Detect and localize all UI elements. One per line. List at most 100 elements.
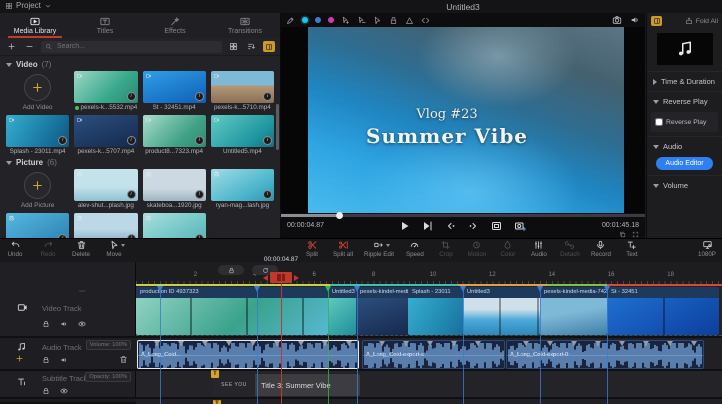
- next-frame-button[interactable]: [468, 220, 480, 232]
- cursor-range-icon[interactable]: [357, 16, 366, 25]
- toolbar-button[interactable]: Split all: [333, 240, 353, 258]
- next-track-lane[interactable]: [136, 399, 722, 404]
- media-item-video[interactable]: i product8...7323.mp4: [143, 115, 206, 155]
- overlay-dot-cyan[interactable]: [302, 17, 308, 23]
- resolution-button[interactable]: 1080P: [697, 240, 717, 258]
- sort-button[interactable]: [245, 41, 258, 52]
- toolbar-button[interactable]: Speed: [405, 240, 425, 258]
- media-item-picture[interactable]: i alev-shut...plash.jpg: [74, 169, 137, 211]
- media-item-video[interactable]: i Splash - 23011.mp4: [6, 115, 69, 155]
- audio-clip[interactable]: A_Long_Cold-export-s: [362, 340, 505, 369]
- panel-tab[interactable]: Effects: [140, 13, 210, 38]
- audio-clip[interactable]: A_Long_Cold...: [137, 340, 359, 369]
- grid-view-button[interactable]: [227, 41, 240, 52]
- timeline-marker-flag[interactable]: [604, 286, 610, 292]
- add-media-button[interactable]: [5, 41, 18, 52]
- audio-editor-button[interactable]: Audio Editor: [656, 157, 712, 170]
- section-volume[interactable]: Volume: [647, 175, 722, 195]
- fullscreen-icon[interactable]: [632, 231, 639, 238]
- compare-icon[interactable]: [619, 231, 626, 238]
- video-clip[interactable]: Splash - 23011: [408, 287, 463, 335]
- video-section-header[interactable]: Video (7): [6, 60, 274, 69]
- media-item-video[interactable]: i pexels-k...5707.mp4: [74, 115, 137, 155]
- toolbar-button[interactable]: Undo: [5, 240, 25, 258]
- media-item-video[interactable]: i St - 32451.mp4: [143, 71, 206, 113]
- mute-icon[interactable]: [60, 356, 68, 364]
- toolbar-button[interactable]: Text: [622, 240, 642, 258]
- play-button[interactable]: [399, 220, 411, 232]
- section-reverse-play[interactable]: Reverse Play: [647, 91, 722, 111]
- lock-icon[interactable]: [42, 387, 50, 395]
- video-clip[interactable]: pexels-kindel-media-7425297: [356, 287, 408, 335]
- mute-icon[interactable]: [60, 320, 68, 328]
- toolbar-button[interactable]: Record: [591, 240, 611, 258]
- toolbar-button[interactable]: Move: [104, 240, 124, 258]
- timeline-marker-flag[interactable]: [254, 286, 260, 292]
- video-clip[interactable]: Untitled3: [328, 287, 356, 335]
- add-picture-button[interactable]: Add Picture: [6, 169, 69, 211]
- overlay-dot-magenta[interactable]: [328, 17, 334, 23]
- media-item-picture[interactable]: i ryan-mag...lash.jpg: [211, 169, 274, 211]
- lock-icon[interactable]: [389, 16, 398, 25]
- add-audio-track-icon[interactable]: [15, 354, 24, 363]
- fold-all-button[interactable]: Fold All: [685, 17, 718, 25]
- previous-frame-button[interactable]: [445, 220, 457, 232]
- search-input[interactable]: [55, 42, 218, 51]
- media-item-video[interactable]: i Untitled5.mp4: [211, 115, 274, 155]
- speaker-icon[interactable]: [630, 15, 640, 25]
- reverse-play-checkbox[interactable]: [655, 118, 663, 126]
- trash-icon[interactable]: [119, 355, 128, 364]
- track-menu-icon[interactable]: [76, 288, 88, 294]
- media-scrollbar[interactable]: [276, 104, 279, 150]
- toolbar-button[interactable]: Detach: [560, 240, 580, 258]
- inspector-toggle-button[interactable]: [651, 16, 662, 26]
- toolbar-button[interactable]: Redo: [38, 240, 58, 258]
- toolbar-button[interactable]: Ripple Edit: [364, 240, 394, 258]
- pen-icon[interactable]: [286, 16, 295, 25]
- toolbar-button[interactable]: Crop: [436, 240, 456, 258]
- panel-tab[interactable]: Transitions: [210, 13, 280, 38]
- mark-frame-button[interactable]: [491, 220, 503, 232]
- timeline-lock-button[interactable]: [218, 265, 244, 275]
- audio-clip[interactable]: A_Long_Cold-export-0: [506, 340, 704, 369]
- timeline-marker-flag[interactable]: [325, 286, 331, 292]
- timeline-marker-flag[interactable]: [354, 286, 360, 292]
- picture-section-header[interactable]: Picture (6): [6, 158, 274, 167]
- panel-toggle-button[interactable]: [263, 41, 275, 52]
- video-clip[interactable]: production ID 4937323: [136, 287, 328, 335]
- media-item-picture[interactable]: i skateboa...1920.jpg: [143, 169, 206, 211]
- cursor-add-icon[interactable]: [341, 16, 350, 25]
- section-time-duration[interactable]: Time & Duration: [647, 71, 722, 91]
- preview-scrubber[interactable]: [281, 214, 645, 217]
- toolbar-button[interactable]: Motion: [467, 240, 487, 258]
- timeline-marker-flag[interactable]: [537, 286, 543, 292]
- toolbar-button[interactable]: Delete: [71, 240, 91, 258]
- project-menu[interactable]: Project: [5, 1, 52, 10]
- timeline-marker-flag[interactable]: [460, 286, 466, 292]
- lock-icon[interactable]: [42, 320, 50, 328]
- media-item-video[interactable]: i pexels-k...5710.mp4: [211, 71, 274, 113]
- overlay-dot-blue[interactable]: [315, 17, 321, 23]
- subtitle-clip[interactable]: T SEE YOU Title 3: Summer Vibe: [213, 374, 360, 396]
- visibility-icon[interactable]: [60, 387, 68, 395]
- motion-icon[interactable]: [421, 16, 430, 25]
- video-clip[interactable]: Untitled3: [463, 287, 540, 335]
- timeline-marker-flag[interactable]: [157, 286, 163, 292]
- toolbar-button[interactable]: Audio: [529, 240, 549, 258]
- video-clip[interactable]: pexels-kindel-media-7425: [540, 287, 607, 335]
- remove-media-button[interactable]: [23, 41, 36, 52]
- scrubber-handle[interactable]: [336, 212, 343, 219]
- panel-tab[interactable]: Media Library: [0, 13, 70, 38]
- toolbar-button[interactable]: Split: [302, 240, 322, 258]
- snapshot-button[interactable]: [514, 220, 528, 232]
- cursor-icon[interactable]: [373, 16, 382, 25]
- section-audio[interactable]: Audio: [647, 136, 722, 156]
- toolbar-button[interactable]: Color: [498, 240, 518, 258]
- video-clip[interactable]: St - 32451: [607, 287, 719, 335]
- add-video-button[interactable]: Add Video: [6, 71, 69, 113]
- panel-tab[interactable]: Titles: [70, 13, 140, 38]
- visibility-icon[interactable]: [78, 320, 86, 328]
- lock-icon[interactable]: [42, 356, 50, 364]
- media-item-video[interactable]: i pexels-k...5532.mp4: [74, 71, 137, 113]
- keyframe-icon[interactable]: [405, 16, 414, 25]
